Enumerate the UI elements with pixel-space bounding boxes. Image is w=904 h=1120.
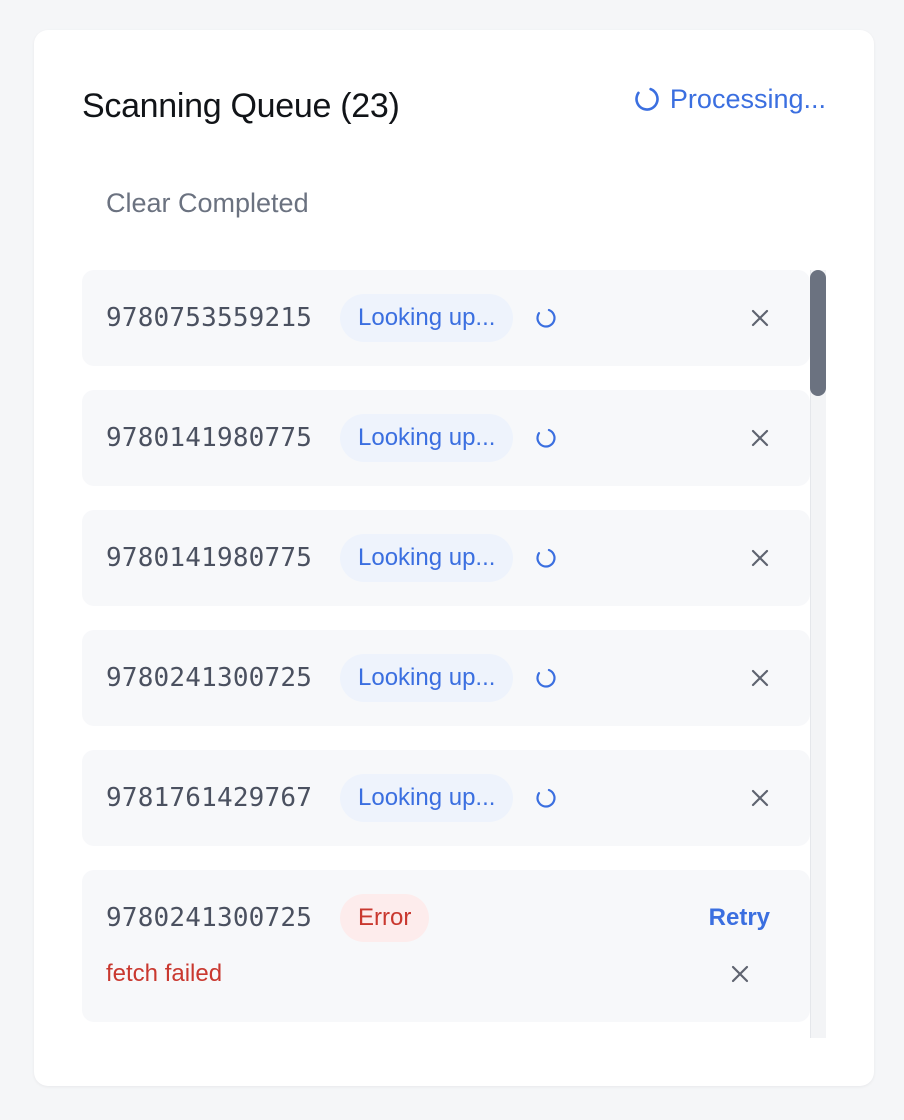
- queue-item: 9780241300725 Looking up...: [82, 630, 810, 726]
- clear-completed-button[interactable]: Clear Completed: [106, 184, 309, 222]
- error-message: fetch failed: [106, 960, 223, 987]
- loading-spinner-icon: [536, 548, 556, 568]
- status-badge: Looking up...: [340, 774, 514, 822]
- page-title: Scanning Queue (23): [82, 87, 400, 125]
- status-badge: Looking up...: [340, 414, 514, 462]
- close-icon[interactable]: [746, 664, 774, 692]
- isbn-text: 9780141980775: [106, 423, 313, 453]
- queue-item: 9780141980775 Looking up...: [82, 510, 810, 606]
- queue-list[interactable]: 9780753559215 Looking up... 978014198077…: [82, 270, 842, 1038]
- loading-spinner-icon: [536, 428, 556, 448]
- loading-spinner-icon: [536, 788, 556, 808]
- scanning-queue-card: Scanning Queue (23) Processing... Clear …: [34, 30, 874, 1086]
- isbn-text: 9780241300725: [106, 903, 313, 933]
- scrollbar[interactable]: [810, 270, 826, 1038]
- status-badge: Looking up...: [340, 654, 514, 702]
- isbn-text: 9780241300725: [106, 663, 313, 693]
- loading-spinner-icon: [635, 87, 659, 111]
- isbn-text: 9780753559215: [106, 303, 313, 333]
- close-icon[interactable]: [746, 544, 774, 572]
- close-icon[interactable]: [746, 304, 774, 332]
- scrollbar-thumb[interactable]: [810, 270, 826, 396]
- queue-item: 9780141980775 Looking up...: [82, 390, 810, 486]
- queue-item: 9781761429767 Looking up...: [82, 750, 810, 846]
- close-icon[interactable]: [746, 784, 774, 812]
- queue-item: 9780753559215 Looking up...: [82, 270, 810, 366]
- processing-indicator: Processing...: [634, 80, 826, 118]
- close-icon[interactable]: [746, 424, 774, 452]
- retry-button[interactable]: Retry: [709, 899, 770, 937]
- close-icon[interactable]: [726, 960, 754, 988]
- processing-status-text: Processing...: [669, 83, 826, 114]
- status-badge: Looking up...: [340, 294, 514, 342]
- status-badge: Looking up...: [340, 534, 514, 582]
- queue-item-error: 9780241300725 Error Retry fetch failed: [82, 870, 810, 1022]
- isbn-text: 9781761429767: [106, 783, 313, 813]
- isbn-text: 9780141980775: [106, 543, 313, 573]
- error-badge: Error: [340, 894, 430, 942]
- loading-spinner-icon: [536, 308, 556, 328]
- loading-spinner-icon: [536, 668, 556, 688]
